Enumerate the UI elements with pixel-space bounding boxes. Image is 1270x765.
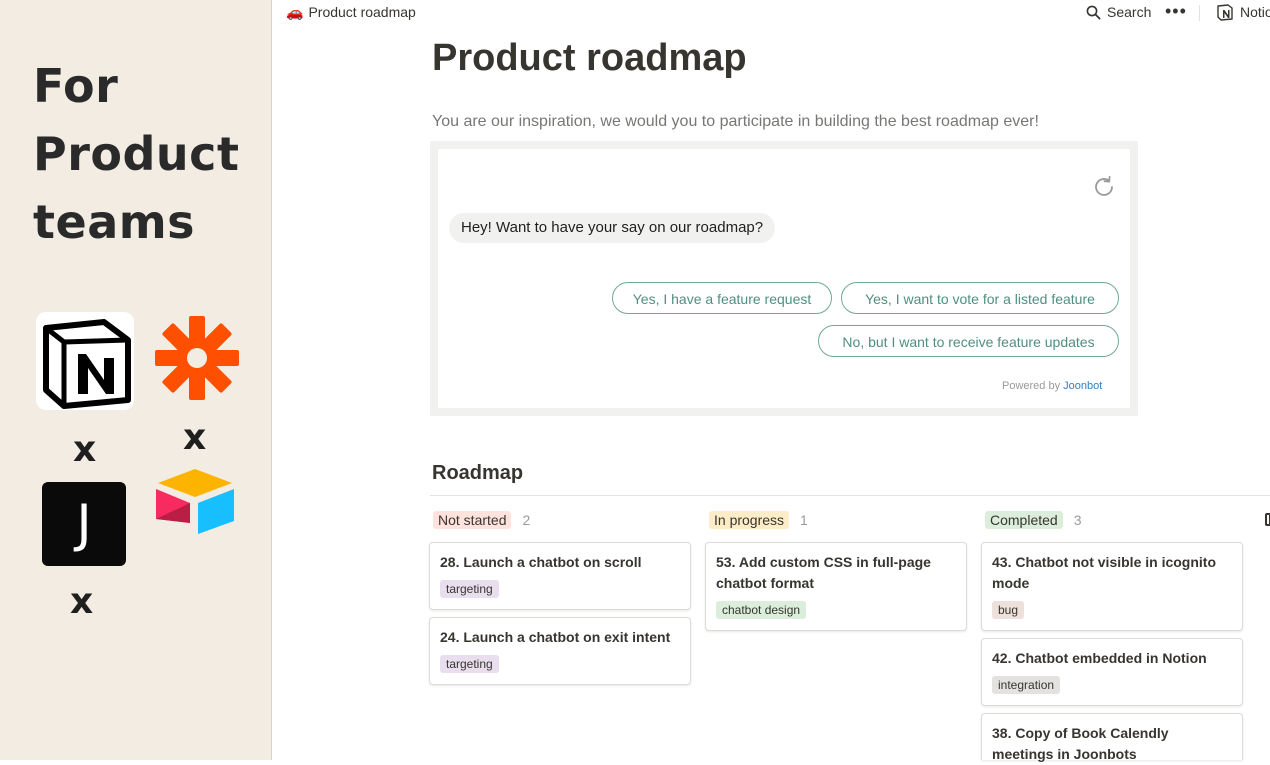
- topbar-divider: [1199, 5, 1200, 21]
- roadmap-card[interactable]: 28. Launch a chatbot on scroll targeting: [429, 542, 691, 610]
- card-tag: integration: [992, 676, 1061, 694]
- column-count: 1: [800, 512, 808, 528]
- status-pill-in-progress: In progress: [709, 511, 790, 529]
- page-subtitle: You are our inspiration, we would you to…: [432, 113, 1039, 130]
- refresh-icon[interactable]: [1092, 175, 1116, 199]
- notion-link-button[interactable]: Notion: [1216, 3, 1270, 21]
- roadmap-card[interactable]: 24. Launch a chatbot on exit intent targ…: [429, 617, 691, 685]
- column-count: 3: [1073, 512, 1082, 528]
- card-title: 28. Launch a chatbot on scroll: [440, 554, 642, 570]
- roadmap-heading: Roadmap: [432, 462, 524, 484]
- chatbot-message: Hey! Want to have your say on our roadma…: [449, 213, 776, 243]
- chatbot-widget: Hey! Want to have your say on our roadma…: [438, 149, 1130, 408]
- promo-heading: For Product teams: [33, 52, 239, 256]
- column-header-completed[interactable]: Completed 3: [985, 510, 1082, 530]
- card-tag: targeting: [440, 580, 499, 598]
- joonbot-link[interactable]: Joonbot: [1063, 380, 1102, 392]
- search-label: Search: [1107, 4, 1152, 20]
- card-title: 38. Copy of Book Calendly meetings in Jo…: [992, 725, 1169, 762]
- separator-x: x: [73, 429, 97, 470]
- car-emoji-icon: 🚗: [286, 4, 304, 20]
- separator-x: x: [183, 417, 207, 458]
- card-tag: targeting: [440, 655, 499, 673]
- chatbot-embed: Hey! Want to have your say on our roadma…: [430, 141, 1138, 416]
- roadmap-divider: [430, 495, 1270, 496]
- roadmap-card[interactable]: 43. Chatbot not visible in icognito mode…: [981, 542, 1243, 631]
- card-title: 42. Chatbot embedded in Notion: [992, 650, 1207, 666]
- powered-by-label: Powered by: [1002, 380, 1061, 392]
- column-header-not-started[interactable]: Not started 2: [433, 510, 530, 530]
- card-tag: bug: [992, 601, 1025, 619]
- card-title: 53. Add custom CSS in full-page chatbot …: [716, 554, 931, 591]
- more-options-button[interactable]: •••: [1165, 1, 1187, 22]
- promo-heading-line: teams: [33, 195, 196, 249]
- promo-heading-line: For: [33, 59, 119, 113]
- roadmap-card[interactable]: 42. Chatbot embedded in Notion integrati…: [981, 638, 1243, 706]
- notion-logo-icon: [36, 312, 134, 410]
- column-header-in-progress[interactable]: In progress 1: [709, 510, 808, 530]
- search-icon: [1086, 5, 1101, 20]
- lock-icon: [1265, 513, 1270, 526]
- feature-request-button[interactable]: Yes, I have a feature request: [612, 282, 832, 314]
- card-tag: chatbot design: [716, 601, 807, 619]
- vote-feature-button[interactable]: Yes, I want to vote for a listed feature: [841, 282, 1119, 314]
- notion-label: Notion: [1240, 4, 1270, 20]
- breadcrumb[interactable]: 🚗 Product roadmap: [286, 4, 416, 21]
- search-button[interactable]: Search: [1086, 4, 1151, 20]
- promo-heading-line: Product: [33, 127, 240, 181]
- joonbot-logo-icon: J: [42, 482, 126, 566]
- zapier-logo-icon: [155, 316, 239, 400]
- column-count: 2: [522, 512, 531, 528]
- status-pill-not-started: Not started: [433, 511, 512, 529]
- page-title: Product roadmap: [432, 37, 747, 79]
- notion-small-icon: [1217, 4, 1233, 21]
- separator-x: x: [70, 581, 94, 622]
- promo-panel: For Product teams x x J x: [0, 0, 272, 760]
- status-pill-completed: Completed: [985, 511, 1063, 529]
- roadmap-card[interactable]: 38. Copy of Book Calendly meetings in Jo…: [981, 713, 1243, 762]
- card-title: 43. Chatbot not visible in icognito mode: [992, 554, 1217, 591]
- roadmap-card[interactable]: 53. Add custom CSS in full-page chatbot …: [705, 542, 967, 631]
- page-topbar: 🚗Product roadmap Search ••• Notion: [272, 0, 1270, 26]
- card-title: 24. Launch a chatbot on exit intent: [440, 629, 671, 645]
- breadcrumb-label: Product roadmap: [308, 4, 416, 20]
- powered-by: Powered by Joonbot: [1002, 380, 1102, 392]
- feature-updates-button[interactable]: No, but I want to receive feature update…: [818, 325, 1119, 357]
- airtable-logo-icon: [156, 469, 234, 534]
